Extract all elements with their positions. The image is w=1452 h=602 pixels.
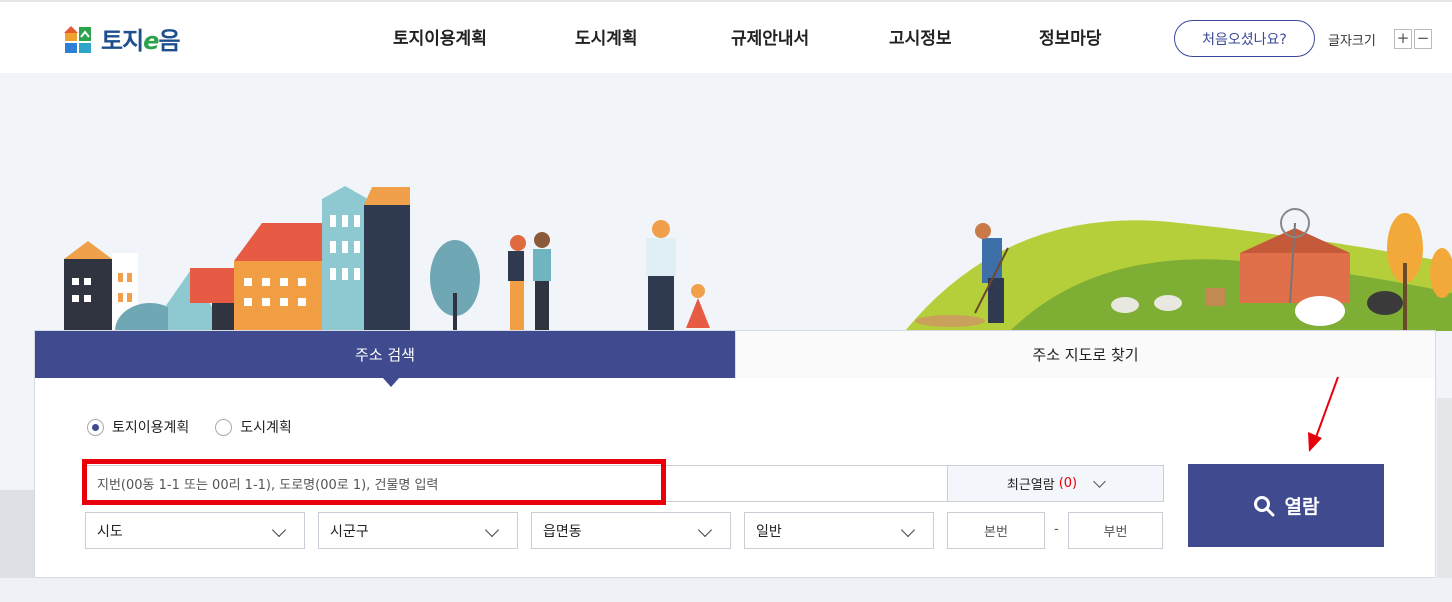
sido-select-value: 시도 xyxy=(97,523,123,540)
plan-type-radio-group: 토지이용계획 도시계획 xyxy=(87,417,318,437)
nav-item-land-use-plan[interactable]: 토지이용계획 xyxy=(393,24,487,49)
sido-select[interactable]: 시도 xyxy=(85,512,305,549)
chevron-down-icon xyxy=(900,522,916,538)
hero-scene-image xyxy=(64,186,1452,331)
font-decrease-button[interactable]: − xyxy=(1414,29,1432,49)
nav-item-urban-plan[interactable]: 도시계획 xyxy=(575,24,638,49)
main-number-input[interactable]: 본번 xyxy=(947,512,1045,549)
radio-selected-dot-icon xyxy=(92,423,99,431)
radio-urban-plan-label[interactable]: 도시계획 xyxy=(240,417,292,437)
chevron-down-icon xyxy=(1093,474,1106,488)
land-type-select[interactable]: 일반 xyxy=(744,512,934,549)
recent-views-count: (0) xyxy=(1058,476,1078,491)
sigungu-select[interactable]: 시군구 xyxy=(318,512,518,549)
radio-land-use-plan[interactable] xyxy=(87,418,104,436)
font-size-label: 글자크기 xyxy=(1328,34,1376,49)
open-button-label: 열람 xyxy=(1284,496,1320,518)
chevron-down-icon xyxy=(484,522,500,538)
logo-text: 토지e음 xyxy=(101,27,181,55)
tab-address-map-search[interactable]: 주소 지도로 찾기 xyxy=(735,331,1435,378)
tab-address-search[interactable]: 주소 검색 xyxy=(35,331,735,378)
eupmyeondong-select[interactable]: 읍면동 xyxy=(531,512,731,549)
hero-illustration xyxy=(0,73,1452,331)
logo-mark-icon xyxy=(64,25,91,53)
ground-left-decoration xyxy=(0,490,34,580)
open-button[interactable]: 열람 xyxy=(1188,464,1384,547)
address-search-input[interactable]: 지번(00동 1-1 또는 00리 1-1), 도로명(00로 1), 건물명 … xyxy=(85,465,948,502)
active-tab-caret-icon xyxy=(383,378,399,387)
radio-urban-plan[interactable] xyxy=(215,418,233,436)
search-panel: 주소 검색 주소 지도로 찾기 토지이용계획 도시계획 지번(00동 1-1 또… xyxy=(34,330,1436,578)
nav-item-notice-info[interactable]: 고시정보 xyxy=(889,24,952,49)
nav-item-regulation-guide[interactable]: 규제안내서 xyxy=(731,24,809,49)
chevron-down-icon xyxy=(697,522,713,538)
number-separator: - xyxy=(1054,522,1059,537)
ground-right-decoration xyxy=(1437,398,1452,578)
recent-views-dropdown[interactable]: 최근열람 (0) xyxy=(947,465,1164,502)
chevron-down-icon xyxy=(271,522,287,538)
land-type-select-value: 일반 xyxy=(756,523,782,540)
bottom-strip xyxy=(0,578,1452,602)
site-logo[interactable]: 토지e음 xyxy=(63,21,181,56)
radio-land-use-plan-label[interactable]: 토지이용계획 xyxy=(112,417,189,437)
arrow-annotation-icon xyxy=(1308,376,1339,452)
site-header: 토지e음 토지이용계획 도시계획 규제안내서 고시정보 정보마당 처음오셨나요?… xyxy=(0,0,1452,73)
font-increase-button[interactable]: + xyxy=(1394,29,1412,49)
search-icon xyxy=(1253,495,1275,516)
sub-number-input[interactable]: 부번 xyxy=(1068,512,1163,549)
first-visit-button[interactable]: 처음오셨나요? xyxy=(1174,20,1315,57)
eupmyeondong-select-value: 읍면동 xyxy=(543,523,582,540)
recent-views-label: 최근열람 xyxy=(1006,478,1055,493)
nav-item-info-square[interactable]: 정보마당 xyxy=(1039,24,1102,49)
sigungu-select-value: 시군구 xyxy=(330,523,369,540)
